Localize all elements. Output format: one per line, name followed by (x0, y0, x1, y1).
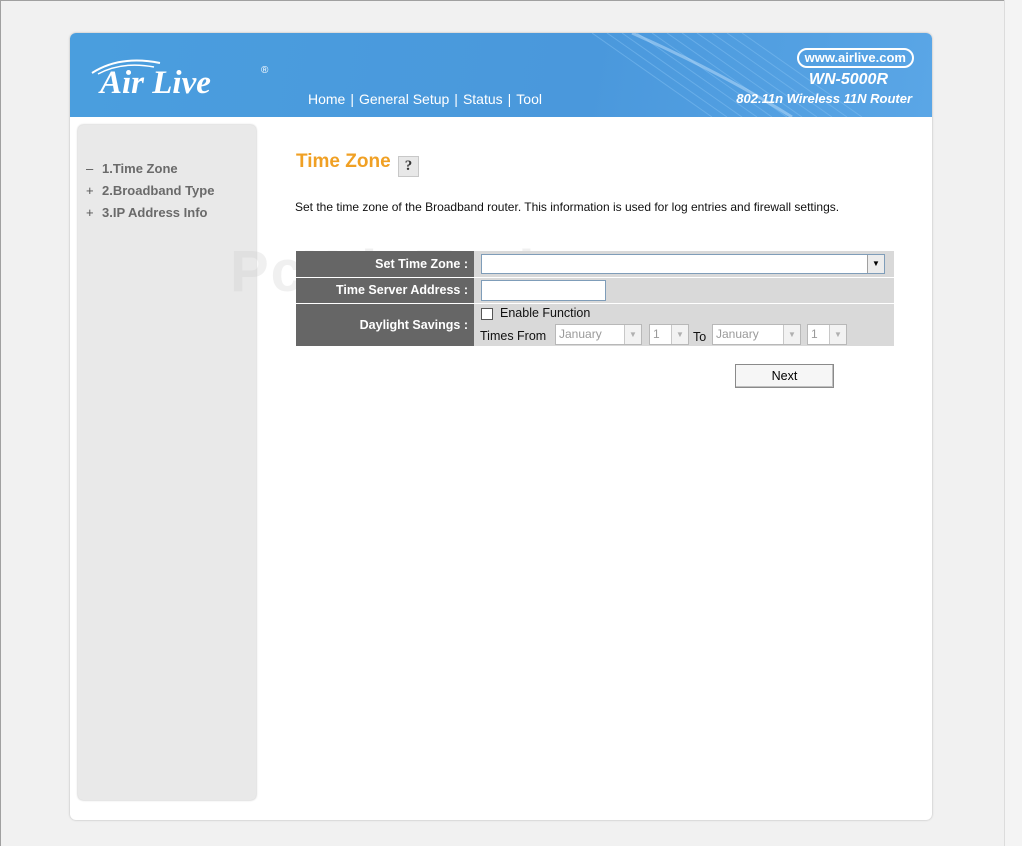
nav-tool[interactable]: Tool (516, 91, 542, 107)
time-zone-form: Set Time Zone : Time Server Address : Da… (296, 251, 894, 346)
window-left-edge (0, 0, 1, 846)
logo-registered-mark: ® (261, 65, 269, 76)
nav-general-setup[interactable]: General Setup (359, 91, 449, 107)
nav-status[interactable]: Status (463, 91, 503, 107)
time-zone-select[interactable]: ▼ (481, 254, 885, 274)
to-month-value: January (716, 327, 759, 341)
expand-icon: + (86, 183, 94, 198)
chevron-down-icon[interactable]: ▼ (671, 325, 688, 344)
chevron-down-icon[interactable]: ▼ (829, 325, 846, 344)
website-badge: www.airlive.com (796, 48, 914, 68)
sidebar-item-ip-address-info[interactable]: +3.IP Address Info (86, 205, 207, 220)
from-day-value: 1 (653, 327, 660, 341)
to-label: To (693, 330, 707, 344)
nav-separator: | (454, 91, 458, 107)
sidebar-item-label: 3.IP Address Info (102, 205, 208, 220)
from-day-select[interactable]: 1 ▼ (649, 324, 689, 345)
sidebar-item-time-zone[interactable]: –1.Time Zone (86, 161, 178, 176)
model-name: WN-5000R (808, 71, 888, 88)
times-from-label: Times From (480, 329, 547, 343)
daylight-savings-label: Daylight Savings : (296, 304, 474, 346)
chevron-down-icon[interactable]: ▼ (783, 325, 800, 344)
sidebar-item-label: 2.Broadband Type (102, 183, 215, 198)
from-month-value: January (559, 327, 602, 341)
next-button[interactable]: Next (735, 364, 834, 388)
chevron-down-icon[interactable]: ▼ (867, 255, 884, 273)
to-day-select[interactable]: 1 ▼ (807, 324, 847, 345)
model-description: 802.11n Wireless 11N Router (736, 91, 912, 106)
to-day-value: 1 (811, 327, 818, 341)
nav-separator: | (507, 91, 512, 107)
to-month-select[interactable]: January ▼ (712, 324, 801, 345)
time-server-input[interactable] (481, 280, 606, 301)
chevron-down-icon[interactable]: ▼ (624, 325, 641, 344)
question-mark-icon[interactable]: ? (398, 156, 419, 177)
vertical-scrollbar[interactable] (1004, 0, 1022, 846)
collapse-icon: – (86, 161, 94, 176)
router-page: Air Live ® Home | General Setup | Status | Too… (70, 33, 932, 820)
enable-function-checkbox[interactable] (481, 308, 493, 320)
window-top-edge (0, 0, 1022, 1)
time-server-label: Time Server Address : (296, 278, 474, 303)
expand-icon: + (86, 205, 94, 220)
from-month-select[interactable]: January ▼ (555, 324, 642, 345)
page-description: Set the time zone of the Broadband route… (295, 200, 840, 214)
sidebar-item-label: 1.Time Zone (102, 161, 178, 176)
enable-function-label: Enable Function (500, 306, 591, 320)
top-nav: Home | General Setup | Status | Tool (308, 91, 542, 107)
set-time-zone-label: Set Time Zone : (296, 251, 474, 277)
header-banner: Air Live ® Home | General Setup | Status | Too… (70, 33, 932, 117)
nav-separator: | (350, 91, 354, 107)
sidebar-item-broadband-type[interactable]: +2.Broadband Type (86, 183, 214, 198)
logo-wordmark: Air Live (100, 65, 211, 101)
nav-home[interactable]: Home (308, 91, 345, 107)
page-title: Time Zone (296, 151, 391, 172)
setup-sidebar: –1.Time Zone +2.Broadband Type +3.IP Add… (78, 125, 256, 800)
airlive-logo: Air Live ® (90, 53, 270, 109)
